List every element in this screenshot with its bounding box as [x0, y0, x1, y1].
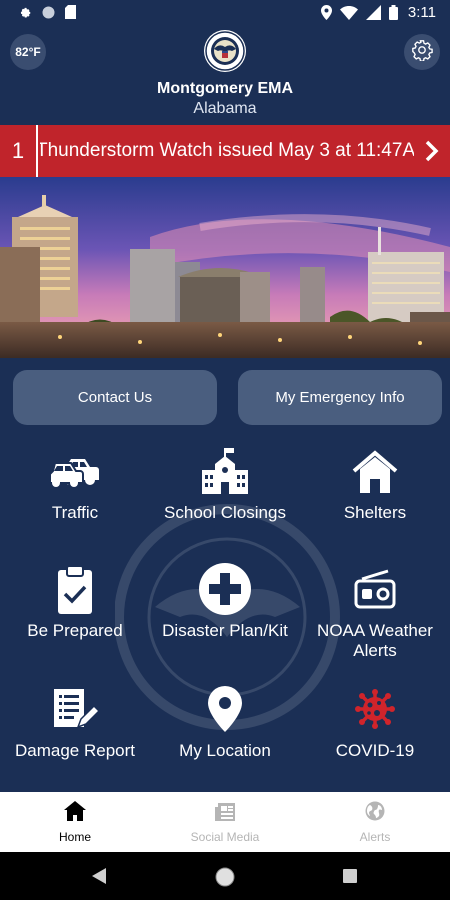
- tile-label: Be Prepared: [27, 621, 123, 640]
- noaa-weather-alerts-tile[interactable]: NOAA Weather Alerts: [300, 563, 450, 661]
- radio-icon: [354, 569, 396, 614]
- wifi-icon: [339, 5, 358, 20]
- location-pin-icon: [208, 685, 242, 737]
- report-pencil-icon: [52, 687, 101, 736]
- virus-icon: [355, 688, 395, 734]
- clock: 3:11: [407, 4, 436, 21]
- status-bar: 3:11: [0, 0, 450, 28]
- system-navigation-bar: [0, 852, 450, 900]
- house-icon: [351, 449, 399, 498]
- tile-label: Traffic: [51, 503, 99, 522]
- disaster-plan-kit-tile[interactable]: Disaster Plan/Kit: [150, 562, 300, 641]
- settings-notification-icon: [18, 5, 32, 19]
- nav-social-media[interactable]: Social Media: [150, 792, 300, 852]
- city-skyline-image: [0, 177, 450, 358]
- bottom-navigation: Home Social Media Alerts: [0, 792, 450, 852]
- medical-cross-icon: [199, 562, 251, 620]
- quick-actions: Contact Us My Emergency Info: [0, 370, 450, 425]
- school-closings-tile[interactable]: School Closings: [150, 445, 300, 523]
- my-emergency-info-button[interactable]: My Emergency Info: [238, 370, 442, 425]
- tile-label: Shelters: [343, 503, 407, 522]
- nav-alerts[interactable]: Alerts: [300, 792, 450, 852]
- location-status-icon: [320, 5, 332, 20]
- nav-label: Home: [58, 830, 91, 844]
- signal-icon: [365, 5, 381, 20]
- be-prepared-tile[interactable]: Be Prepared: [0, 563, 150, 641]
- app-title: Montgomery EMA: [157, 80, 293, 97]
- chevron-right-icon[interactable]: [424, 139, 440, 168]
- home-circle-icon[interactable]: [214, 866, 236, 893]
- school-icon: [200, 447, 250, 499]
- gear-icon: [411, 39, 433, 66]
- recents-icon[interactable]: [343, 869, 357, 888]
- nav-label: Social Media: [190, 830, 260, 844]
- battery-icon: [388, 5, 398, 20]
- alert-ticker: Thunderstorm Watch issued May 3 at 11:47…: [40, 125, 414, 177]
- ema-seal-logo: [204, 30, 246, 72]
- alert-text: Thunderstorm Watch issued May 3 at 11:47…: [40, 140, 414, 161]
- tile-label: Disaster Plan/Kit: [162, 621, 288, 640]
- app-subtitle: Alabama: [193, 100, 257, 117]
- tile-label: Damage Report: [14, 741, 135, 760]
- app-header: 82°F Montgomery EMA Alabama: [0, 28, 450, 125]
- traffic-tile[interactable]: Traffic: [0, 445, 150, 523]
- my-location-tile[interactable]: My Location: [150, 683, 300, 761]
- tile-label: NOAA Weather Alerts: [317, 621, 433, 660]
- covid-19-tile[interactable]: COVID-19: [300, 683, 450, 761]
- alert-count: 1: [0, 125, 38, 177]
- temperature-badge[interactable]: 82°F: [10, 34, 46, 70]
- circle-notification-icon: [42, 6, 55, 19]
- damage-report-tile[interactable]: Damage Report: [0, 683, 150, 761]
- alert-banner[interactable]: 1 Thunderstorm Watch issued May 3 at 11:…: [0, 125, 450, 177]
- globe-icon: [365, 801, 385, 826]
- newspaper-icon: [215, 803, 235, 826]
- nav-home[interactable]: Home: [0, 792, 150, 852]
- tile-label: COVID-19: [335, 741, 415, 760]
- settings-button[interactable]: [404, 34, 440, 70]
- clipboard-check-icon: [56, 564, 94, 619]
- sd-card-icon: [65, 5, 76, 19]
- tile-label: School Closings: [164, 503, 286, 522]
- home-icon: [64, 801, 86, 826]
- contact-us-button[interactable]: Contact Us: [13, 370, 217, 425]
- back-icon[interactable]: [92, 868, 106, 889]
- nav-label: Alerts: [359, 830, 391, 844]
- car-icon: [49, 453, 101, 494]
- tile-label: My Location: [179, 741, 271, 760]
- shelters-tile[interactable]: Shelters: [300, 445, 450, 523]
